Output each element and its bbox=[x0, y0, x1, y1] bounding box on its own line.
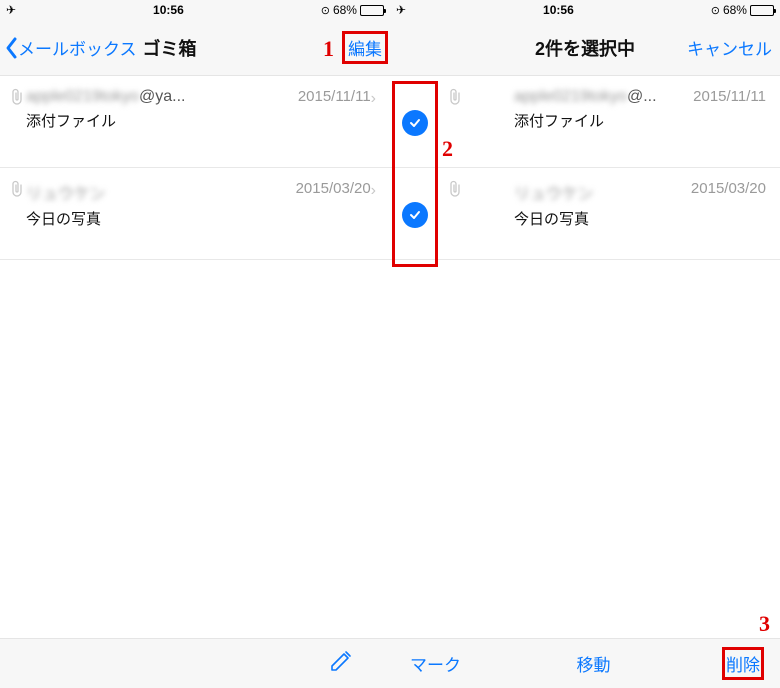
checkbox-checked[interactable] bbox=[402, 110, 428, 136]
airplane-icon: ✈ bbox=[396, 3, 406, 17]
battery-icon bbox=[360, 5, 384, 16]
chevron-right-icon: › bbox=[371, 90, 376, 108]
paperclip-icon bbox=[448, 180, 462, 203]
navbar-right: 2件を選択中 キャンセル bbox=[390, 20, 780, 76]
sender-tail: @... bbox=[627, 88, 657, 105]
back-label: メールボックス bbox=[18, 35, 137, 60]
status-time: 10:56 bbox=[153, 3, 184, 17]
email-list-left: apple0219tokyo@ya... 2015/11/11 添付ファイル ›… bbox=[0, 76, 390, 638]
paperclip-icon bbox=[10, 88, 24, 111]
email-row[interactable]: apple0219tokyo@ya... 2015/11/11 添付ファイル › bbox=[0, 76, 390, 168]
email-row[interactable]: apple0219tokyo@... 2015/11/11 添付ファイル bbox=[390, 76, 780, 168]
email-date: 2015/11/11 bbox=[298, 88, 371, 105]
email-date: 2015/03/20 bbox=[691, 180, 766, 197]
email-subject: 今日の写真 bbox=[514, 208, 766, 229]
back-button[interactable]: メールボックス bbox=[4, 35, 137, 60]
chevron-right-icon: › bbox=[371, 182, 376, 200]
toolbar-right: マーク 移動 削除 3 bbox=[390, 638, 780, 688]
battery-pct: 68% bbox=[333, 3, 357, 17]
edit-button[interactable]: 編集 bbox=[348, 35, 382, 60]
sender-tail: @ya... bbox=[139, 88, 185, 105]
statusbar: ✈ 10:56 ⊙ 68% bbox=[0, 0, 390, 20]
email-subject: 添付ファイル bbox=[514, 110, 766, 131]
sender-name: apple0219tokyo bbox=[26, 88, 139, 105]
page-title: ゴミ箱 bbox=[143, 35, 197, 61]
paperclip-icon bbox=[448, 88, 462, 111]
email-subject: 添付ファイル bbox=[26, 110, 371, 131]
delete-button[interactable]: 削除 bbox=[726, 651, 760, 676]
email-row[interactable]: リュウケン 2015/03/20 今日の写真 bbox=[390, 168, 780, 260]
email-row[interactable]: リュウケン 2015/03/20 今日の写真 › bbox=[0, 168, 390, 260]
airplane-icon: ✈ bbox=[6, 3, 16, 17]
callout-1: 1 bbox=[323, 36, 334, 62]
email-subject: 今日の写真 bbox=[26, 208, 371, 229]
battery-pct: 68% bbox=[723, 3, 747, 17]
chevron-left-icon bbox=[4, 36, 18, 60]
checkbox-checked[interactable] bbox=[402, 202, 428, 228]
move-button[interactable]: 移動 bbox=[577, 651, 611, 676]
email-date: 2015/03/20 bbox=[296, 180, 371, 197]
sender-name: apple0219tokyo bbox=[514, 88, 627, 105]
cancel-button[interactable]: キャンセル bbox=[687, 35, 772, 60]
statusbar: ✈ 10:56 ⊙ 68% bbox=[390, 0, 780, 20]
sender-name: リュウケン bbox=[514, 186, 594, 203]
email-date: 2015/11/11 bbox=[693, 88, 766, 105]
lock-rotation-icon: ⊙ bbox=[711, 4, 720, 17]
navbar-left: メールボックス ゴミ箱 編集 1 bbox=[0, 20, 390, 76]
mark-button[interactable]: マーク bbox=[410, 651, 461, 676]
pane-left: ✈ 10:56 ⊙ 68% メールボックス ゴミ箱 編集 1 bbox=[0, 0, 390, 688]
pane-right: ✈ 10:56 ⊙ 68% 2件を選択中 キャンセル apple0219toky… bbox=[390, 0, 780, 688]
compose-button[interactable] bbox=[328, 648, 354, 679]
status-time: 10:56 bbox=[543, 3, 574, 17]
lock-rotation-icon: ⊙ bbox=[321, 4, 330, 17]
sender-name: リュウケン bbox=[26, 186, 106, 203]
battery-icon bbox=[750, 5, 774, 16]
email-list-right: apple0219tokyo@... 2015/11/11 添付ファイル リュウ… bbox=[390, 76, 780, 638]
toolbar-left bbox=[0, 638, 390, 688]
paperclip-icon bbox=[10, 180, 24, 203]
